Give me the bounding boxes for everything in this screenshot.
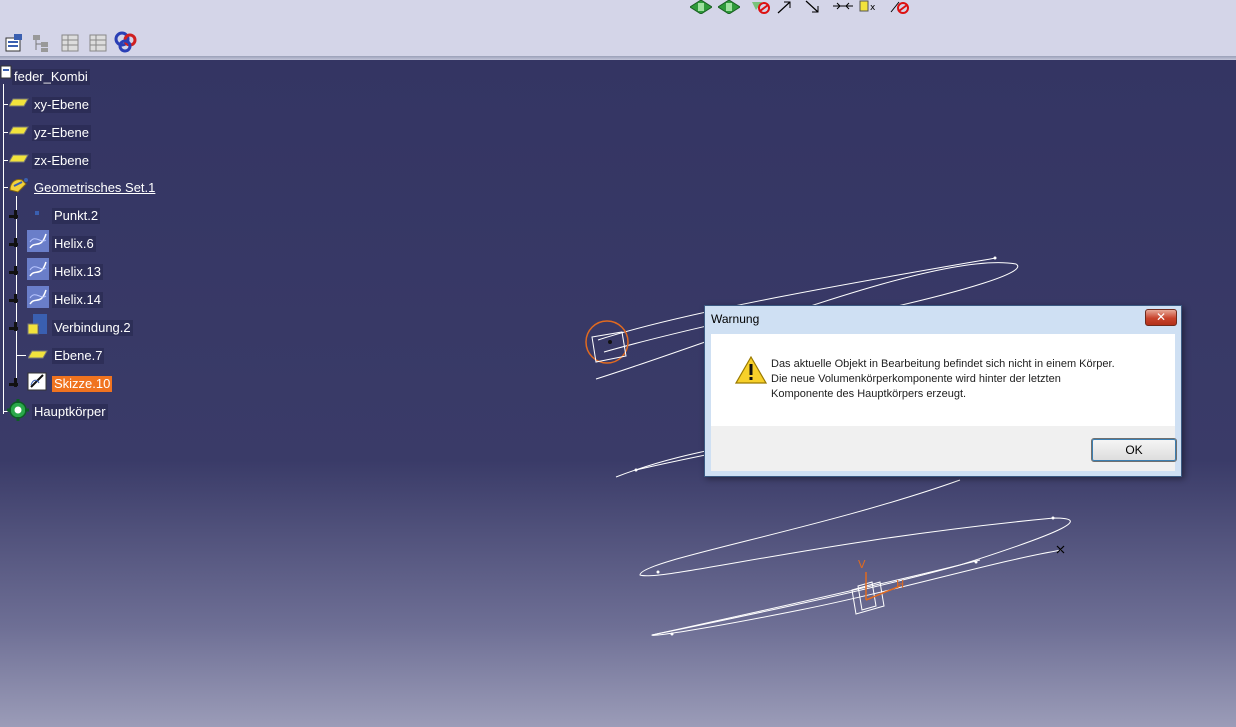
ok-button[interactable]: OK [1091, 438, 1177, 462]
tree-item-yz-plane[interactable]: yz-Ebene [32, 125, 91, 141]
expand-icon[interactable] [9, 266, 18, 275]
expand-icon[interactable] [9, 238, 18, 247]
tree-branch-line [3, 132, 8, 133]
tree-icon[interactable] [32, 33, 52, 53]
properties-icon[interactable] [4, 33, 24, 53]
close-button[interactable]: ✕ [1145, 309, 1177, 326]
svg-text:x: x [870, 3, 876, 13]
dialog-message-line: Die neue Volumenkörperkomponente wird hi… [771, 373, 1061, 385]
dialog-title: Warnung [711, 312, 760, 326]
yellow-dimension-icon[interactable]: x [858, 0, 880, 14]
expand-icon[interactable] [9, 322, 18, 331]
table-icon[interactable] [88, 33, 108, 53]
warning-icon [735, 356, 767, 384]
tree-item-geometrical-set[interactable]: Geometrisches Set.1 [32, 180, 157, 196]
plane-icon[interactable] [28, 350, 48, 360]
tree-item-main-body[interactable]: Hauptkörper [32, 404, 108, 420]
no-entry-icon[interactable] [750, 0, 770, 14]
plane-icon[interactable] [9, 98, 29, 108]
table-icon[interactable] [60, 33, 80, 53]
gear-icon[interactable] [7, 399, 29, 421]
tree-item-join[interactable]: Verbindung.2 [52, 320, 133, 336]
tree-branch-line [3, 104, 8, 105]
axis-label-v: V [858, 558, 866, 571]
join-icon[interactable] [27, 314, 49, 336]
arrow-up-right-icon[interactable] [776, 0, 794, 14]
helix-icon[interactable] [27, 258, 49, 280]
point-icon[interactable] [32, 208, 44, 220]
expand-icon[interactable] [9, 378, 18, 387]
expand-icon[interactable] [9, 210, 18, 219]
sketch-icon[interactable] [27, 370, 49, 392]
green-arrows-icon[interactable] [718, 0, 740, 14]
dialog-message: Das aktuelle Objekt in Bearbeitung befin… [771, 357, 1166, 402]
tree-item-helix-14[interactable]: Helix.14 [52, 292, 103, 308]
dialog-message-line: Komponente des Hauptkörpers erzeugt. [771, 388, 967, 400]
tree-trunk-line [3, 84, 4, 414]
green-arrows-icon[interactable] [690, 0, 712, 14]
warning-dialog: Warnung ✕ Das aktuelle Objekt in Bearbei… [704, 305, 1182, 477]
part-icon[interactable] [0, 65, 12, 79]
colored-wheel-icon[interactable] [114, 31, 138, 53]
axis-label-h: H [896, 578, 904, 591]
helix-icon[interactable] [27, 286, 49, 308]
dialog-message-line: Das aktuelle Objekt in Bearbeitung befin… [771, 358, 1115, 370]
helix-icon[interactable] [27, 230, 49, 252]
plane-icon[interactable] [9, 126, 29, 136]
tree-item-zx-plane[interactable]: zx-Ebene [32, 153, 91, 169]
dialog-footer: OK [711, 426, 1177, 471]
tree-item-helix-13[interactable]: Helix.13 [52, 264, 103, 280]
plane-icon[interactable] [9, 154, 29, 164]
no-entry-icon[interactable] [890, 0, 910, 14]
tree-item-helix-6[interactable]: Helix.6 [52, 236, 96, 252]
tree-item-plane-7[interactable]: Ebene.7 [52, 348, 105, 364]
tree-item-xy-plane[interactable]: xy-Ebene [32, 97, 91, 113]
tree-branch-line [16, 355, 26, 356]
tree-item-point[interactable]: Punkt.2 [52, 208, 101, 224]
expand-icon[interactable] [9, 294, 18, 303]
geometrical-set-icon[interactable] [8, 176, 30, 194]
arrow-down-right-icon[interactable] [804, 0, 822, 14]
tree-root-label[interactable]: feder_Kombi [12, 69, 90, 85]
tree-item-sketch-10[interactable]: Skizze.10 [52, 376, 113, 392]
dialog-body: Das aktuelle Objekt in Bearbeitung befin… [711, 334, 1175, 426]
constraint-icon[interactable] [832, 0, 854, 14]
tree-branch-line [3, 160, 8, 161]
toolbar-area: x [0, 0, 1236, 60]
